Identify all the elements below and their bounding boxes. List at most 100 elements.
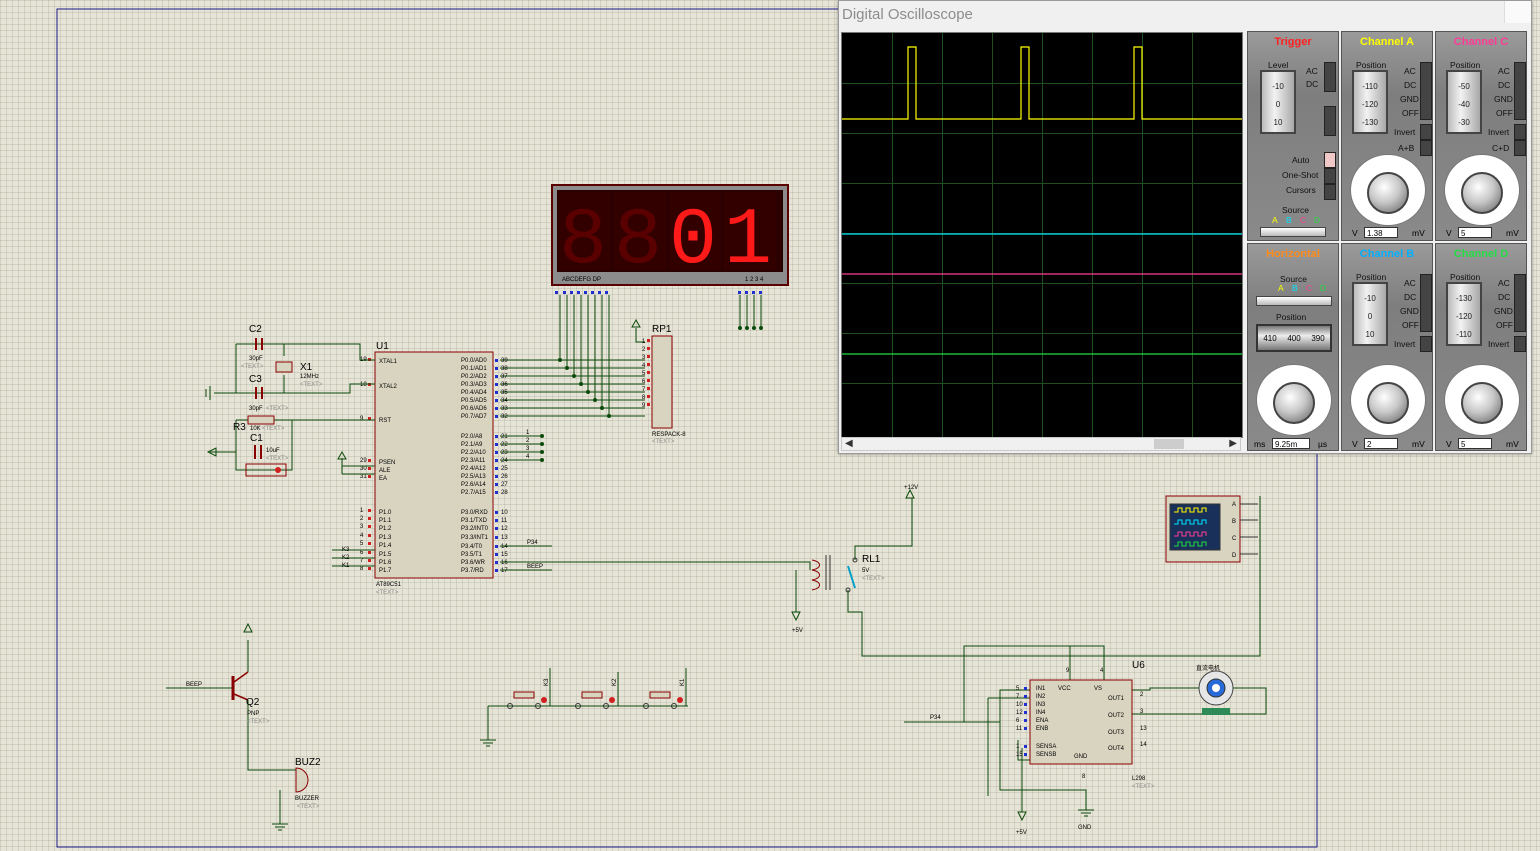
trigger-oneshot-button[interactable] [1324, 168, 1336, 184]
channel-b-position-slider[interactable]: -10 0 10 [1352, 282, 1388, 346]
motor-driver-u6[interactable]: U6 L298 <TEXT> IN15IN27IN310IN412ENA6ENB… [1016, 660, 1155, 790]
trigger-coupling-toggle[interactable] [1324, 62, 1336, 92]
rp1-pin-marker [647, 379, 650, 382]
u1-pin-marker [495, 391, 498, 394]
u1-pin-number: 15 [501, 552, 508, 558]
switch-state-indicator [541, 697, 547, 703]
transistor-q2[interactable]: Q2 PNP <TEXT> [231, 671, 270, 725]
u1-pin-number: 9 [360, 416, 364, 422]
channel-a-position-slider[interactable]: -110 -120 -130 [1352, 70, 1388, 134]
trigger-auto-button[interactable] [1324, 152, 1336, 168]
k-net-label: K1 [342, 563, 350, 569]
capacitor-c2[interactable]: C2 30pF <TEXT> [241, 324, 264, 370]
seven-segment-display[interactable]: 8 8 0 1 ABCDEFG DP 1 2 3 4 [551, 184, 789, 287]
trigger-edge-toggle[interactable] [1324, 106, 1336, 136]
channel-b-gnd: GND [1400, 306, 1419, 316]
resistor-r3[interactable]: R3 10K <TEXT> [233, 415, 285, 433]
channel-a-sum-button[interactable] [1420, 140, 1432, 156]
push-button-2[interactable] [581, 691, 603, 699]
u1-pin-marker [368, 509, 371, 512]
channel-c-sum-button[interactable] [1514, 140, 1526, 156]
resistor-pack-rp1[interactable]: RP1 RESPACK-8 <TEXT> 1 2 3 4 5 6 7 8 9 [631, 318, 686, 445]
scroll-left-icon[interactable]: ◀ [845, 438, 853, 450]
scope-screen[interactable] [841, 32, 1243, 438]
u1-pin-name: P3.5/T1 [461, 552, 483, 558]
horizontal-source-slider[interactable] [1256, 296, 1332, 306]
channel-c-position-label: Position [1450, 60, 1481, 70]
u1-pin-number: 28 [501, 490, 508, 496]
oscilloscope-title: Digital Oscilloscope [842, 6, 973, 23]
channel-a-dc: DC [1404, 80, 1417, 90]
rp1-pin-marker [647, 355, 650, 358]
channel-d-coupling-switch[interactable] [1514, 274, 1526, 332]
dc-motor[interactable]: 直流电机 [1196, 664, 1234, 715]
horizontal-time-knob[interactable] [1273, 382, 1315, 424]
u1-pin-marker [495, 435, 498, 438]
relay-rl1[interactable]: RL1 5V <TEXT> [811, 554, 885, 593]
c3-text: <TEXT> [266, 406, 289, 412]
u1-pin-marker [495, 483, 498, 486]
u6-pin-name: SENSA [1036, 744, 1056, 750]
u1-pin-name: P1.2 [379, 526, 392, 532]
channel-c-gnd: GND [1494, 94, 1513, 104]
u1-pin-number: 7 [360, 558, 364, 564]
horizontal-position-counter[interactable]: 410 400 390 [1256, 324, 1332, 352]
channel-d-volts-knob[interactable] [1461, 382, 1503, 424]
u1-pin-marker [495, 553, 498, 556]
rp1-text: <TEXT> [652, 439, 675, 445]
scroll-thumb[interactable] [1154, 439, 1184, 449]
push-button-1[interactable] [513, 691, 535, 699]
u1-pin-number: 29 [360, 458, 367, 464]
oscilloscope-window[interactable]: Digital Oscilloscope ◀ ▶ Trigger Level -… [838, 0, 1532, 454]
display-wires [500, 295, 762, 417]
u1-pin-marker [495, 375, 498, 378]
horizontal-scrollbar[interactable]: ◀ ▶ [841, 437, 1241, 451]
channel-a-invert-button[interactable] [1420, 124, 1432, 140]
channel-b-volts-knob[interactable] [1367, 382, 1409, 424]
rp1-pin-number: 4 [642, 363, 646, 369]
channel-b-position-label: Position [1356, 272, 1387, 282]
push-button-3[interactable] [649, 691, 671, 699]
trigger-level-slider[interactable]: -10 0 10 [1260, 70, 1296, 134]
c3-val: 30pF [249, 406, 263, 412]
channel-c-dc: DC [1498, 80, 1511, 90]
trigger-cursors-button[interactable] [1324, 184, 1336, 200]
channel-c-position-slider[interactable]: -50 -40 -30 [1446, 70, 1482, 134]
u1-pin-name: P3.2/INT0 [461, 526, 489, 532]
crystal-x1[interactable]: X1 12MHz <TEXT> [275, 361, 323, 388]
channel-d-position-label: Position [1450, 272, 1481, 282]
channel-c-invert-button[interactable] [1514, 124, 1526, 140]
close-button[interactable] [1504, 1, 1531, 23]
channel-b-invert-button[interactable] [1420, 336, 1432, 352]
channel-d-invert-button[interactable] [1514, 336, 1526, 352]
push-buttons[interactable]: K3 K2 K1 [507, 678, 687, 709]
scroll-right-icon[interactable]: ▶ [1229, 438, 1237, 450]
u1-pin-name: RST [379, 418, 391, 424]
channel-a-volts-knob[interactable] [1367, 172, 1409, 214]
channel-c-coupling-switch[interactable] [1514, 62, 1526, 120]
buzzer-buz2[interactable]: BUZ2 BUZZER <TEXT> [295, 757, 321, 810]
display-digit-label: 1 2 3 4 [745, 277, 764, 283]
u1-pin-number: 24 [501, 458, 508, 464]
u6-pin-name: SENSB [1036, 752, 1056, 758]
channel-c-volts-knob[interactable] [1461, 172, 1503, 214]
scope-instrument[interactable]: A B C D [1165, 495, 1258, 563]
switch-label: K1 [680, 678, 686, 686]
gnd-label: GND [1078, 825, 1092, 831]
svg-text:0: 0 [669, 196, 717, 287]
u1-pin-number: 10 [501, 510, 508, 516]
rp1-pin-number: 1 [642, 339, 646, 345]
trigger-ac-label: AC [1306, 66, 1318, 76]
u1-pin-name: P0.3/AD3 [461, 382, 487, 388]
rp1-pin-marker [647, 395, 650, 398]
u1-pin-number: 37 [501, 374, 508, 380]
channel-c-sum-label: C+D [1492, 143, 1510, 153]
channel-d-panel: Channel D Position -130 -120 -110 AC DC … [1435, 243, 1527, 451]
q2-text: <TEXT> [247, 719, 270, 725]
trigger-source-slider[interactable] [1260, 227, 1326, 237]
microcontroller-u1[interactable]: U1 AT89C51 <TEXT> XTAL119XTAL218RST9PSEN… [360, 341, 508, 596]
channel-b-coupling-switch[interactable] [1420, 274, 1432, 332]
rp1-pin-number: 9 [642, 403, 646, 409]
channel-d-position-slider[interactable]: -130 -120 -110 [1446, 282, 1482, 346]
channel-a-coupling-switch[interactable] [1420, 62, 1432, 120]
